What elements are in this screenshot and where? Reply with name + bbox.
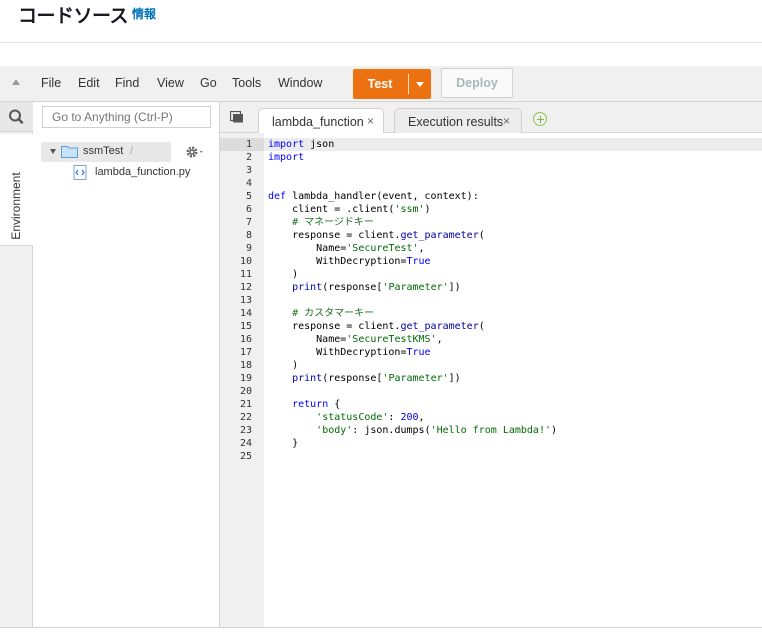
tree-expand-icon[interactable] [50,149,56,154]
line-number: 21 [239,399,252,410]
code-line[interactable]: 'body': json.dumps('Hello from Lambda!') [268,424,557,437]
code-line[interactable]: # カスタマーキー [268,307,374,320]
file-tree-panel: ssmTest / lambda_function.py [33,102,220,628]
code-area[interactable]: import json import def lambda_handler(eve… [264,133,762,628]
line-number: 6 [245,204,252,215]
active-line-highlight [264,138,762,151]
line-number: 9 [245,243,252,254]
code-line[interactable]: print(response['Parameter']) [268,372,461,385]
root-folder-path: / [130,145,134,157]
close-icon[interactable]: × [367,114,374,128]
code-line[interactable]: client = .client('ssm') [268,203,431,216]
code-line[interactable]: response = client.get_parameter( [268,320,485,333]
search-icon [9,109,24,124]
menu-tools[interactable]: Tools [232,76,261,90]
line-number: 13 [239,295,252,306]
deploy-button[interactable]: Deploy [441,68,513,98]
page-title: コードソース [18,5,129,27]
tab-environment[interactable]: Environment [0,134,33,246]
environment-tab-label: Environment [9,172,23,240]
line-number: 5 [245,191,252,202]
code-line[interactable]: response = client.get_parameter( [268,229,485,242]
code-line[interactable]: import json [268,138,334,151]
file-label: lambda_function.py [95,166,191,178]
goto-anything-input[interactable] [42,106,211,128]
code-line[interactable]: Name='SecureTestKMS', [268,333,442,346]
tab-label: lambda_function [272,115,364,129]
line-number-gutter: 1 2 3 4 5 6 7 8 9 10 11 12 13 14 15 16 17 18 19 20 21 22 23 24 2… [220,133,264,628]
menu-file[interactable]: File [41,76,61,90]
code-line[interactable]: } [268,437,298,450]
code-line[interactable]: 'statusCode': 200, [268,411,424,424]
code-line[interactable]: WithDecryption=True [268,255,430,268]
code-line[interactable]: def lambda_handler(event, context): [268,190,479,203]
add-tab-icon[interactable] [533,112,547,126]
code-editor: lambda_function × Execution results × 12… [220,102,762,628]
tree-settings-button[interactable] [184,143,206,161]
line-number: 11 [239,269,252,280]
code-line[interactable]: return { [268,398,340,411]
code-line[interactable]: # マネージドキー [268,216,374,229]
line-number: 17 [239,347,252,358]
line-number: 10 [239,256,252,267]
sidebar-tab-strip: Environment [0,102,33,628]
menu-edit[interactable]: Edit [78,76,100,90]
line-number: 1 [245,139,252,150]
tab-lambda-function[interactable]: lambda_function × [258,108,384,134]
test-button-label: Test [367,77,393,91]
gear-icon [186,146,203,158]
python-file-icon [73,165,87,180]
bottom-border [0,627,762,628]
code-line[interactable]: Name='SecureTest', [268,242,424,255]
line-number: 15 [239,321,252,332]
close-icon[interactable]: × [503,114,510,128]
line-number: 8 [245,230,252,241]
line-number: 14 [239,308,252,319]
folder-icon [61,146,78,158]
line-number: 23 [239,425,252,436]
line-number: 2 [245,152,252,163]
menu-find[interactable]: Find [115,76,139,90]
search-toggle[interactable] [0,102,33,132]
line-number: 20 [239,386,252,397]
test-button[interactable]: Test [353,69,431,99]
page-header: コードソース 情報 [0,0,762,43]
line-number: 7 [245,217,252,228]
code-line[interactable]: ) [268,268,298,281]
cloud9-ide: File Edit Find View Go Tools Window Test… [0,66,762,628]
menu-bar: File Edit Find View Go Tools Window Test… [0,66,762,102]
line-number: 3 [245,165,252,176]
menu-go[interactable]: Go [200,76,217,90]
code-line[interactable]: WithDecryption=True [268,346,430,359]
tree-root-folder[interactable]: ssmTest / [41,142,171,162]
editor-tab-bar: lambda_function × Execution results × [220,102,762,134]
line-number: 19 [239,373,252,384]
info-link[interactable]: 情報 [132,5,156,22]
code-line[interactable]: ) [268,359,298,372]
code-line[interactable]: import [268,151,310,164]
chevron-down-icon[interactable] [416,82,424,87]
test-button-divider [408,74,409,94]
line-number: 4 [245,178,252,189]
menu-window[interactable]: Window [278,76,322,90]
code-line[interactable]: print(response['Parameter']) [268,281,461,294]
file-item-lambda-function[interactable]: lambda_function.py [73,164,213,182]
line-number: 25 [239,451,252,462]
line-number: 16 [239,334,252,345]
line-number: 12 [239,282,252,293]
collapse-up-icon[interactable] [12,79,20,85]
line-number: 22 [239,412,252,423]
tabs-menu-icon[interactable] [230,111,244,123]
tab-label: Execution results [408,115,504,129]
line-number: 18 [239,360,252,371]
root-folder-label: ssmTest [83,145,124,157]
line-number: 24 [239,438,252,449]
menu-view[interactable]: View [157,76,184,90]
tab-execution-results[interactable]: Execution results × [394,108,522,133]
